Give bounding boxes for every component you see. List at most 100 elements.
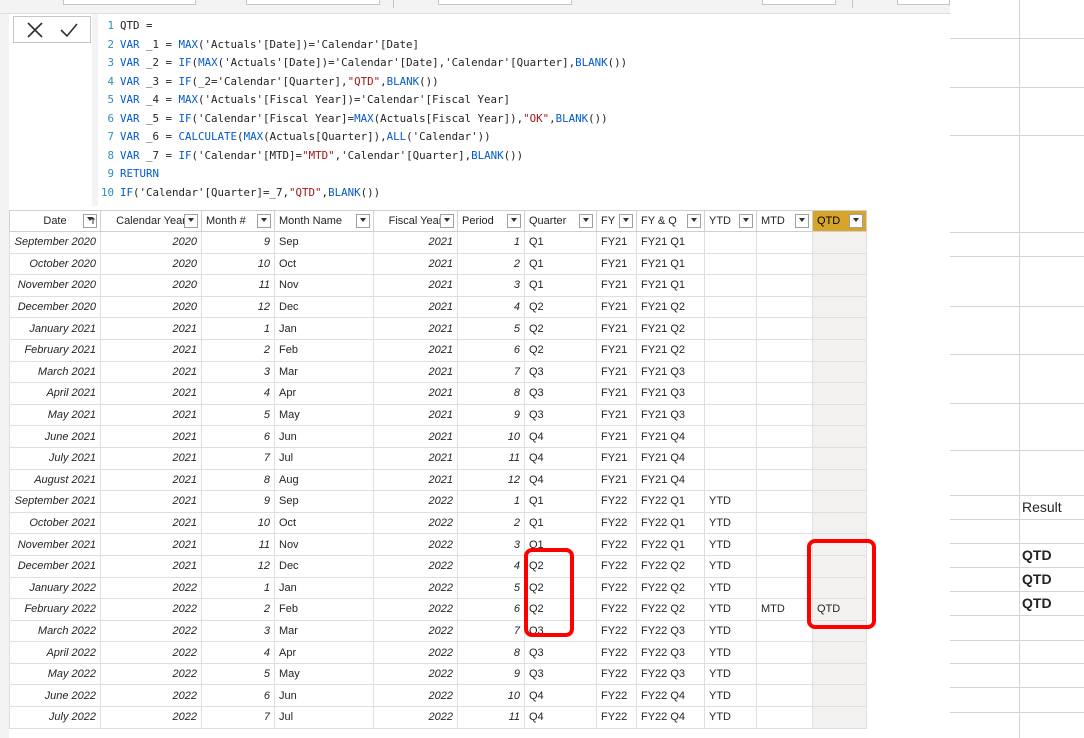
cell-period[interactable]: 8 bbox=[457, 382, 525, 405]
cell-fiscal-year[interactable]: 2022 bbox=[373, 598, 458, 621]
cell-month[interactable]: 9 bbox=[201, 490, 275, 513]
cell-qtd[interactable] bbox=[812, 382, 867, 405]
cell-month-name[interactable]: Jun bbox=[274, 684, 374, 708]
cell-date[interactable]: October 2021 bbox=[9, 511, 101, 535]
cell-mtd[interactable] bbox=[756, 706, 813, 729]
cell-qtd[interactable] bbox=[812, 403, 867, 427]
cell-fy-q[interactable]: FY21 Q1 bbox=[636, 274, 705, 297]
cell-month[interactable]: 5 bbox=[201, 403, 275, 427]
cell-fy[interactable]: FY21 bbox=[596, 403, 637, 427]
cell-calendar-year[interactable]: 2022 bbox=[100, 706, 202, 729]
formula-line[interactable]: 8 VAR _7 = IF('Calendar'[MTD]="MTD",'Cale… bbox=[98, 147, 627, 166]
table-row[interactable]: December 2020 2020 12 Dec 2021 4 Q2 FY21 FY21 Q2 bbox=[9, 295, 867, 319]
cell-qtd[interactable] bbox=[812, 554, 867, 578]
cell-mtd[interactable] bbox=[756, 403, 813, 427]
cell-quarter[interactable]: Q3 bbox=[524, 641, 597, 664]
cell-fy[interactable]: FY22 bbox=[596, 641, 637, 664]
cell-fy-q[interactable]: FY22 Q4 bbox=[636, 706, 705, 729]
cell-date[interactable]: August 2021 bbox=[9, 468, 101, 492]
cell-month-name[interactable]: Mar bbox=[274, 360, 374, 384]
cell-date[interactable]: June 2021 bbox=[9, 425, 101, 448]
cell-qtd[interactable] bbox=[812, 641, 867, 664]
table-row[interactable]: February 2022 2022 2 Feb 2022 6 Q2 FY22 FY22 Q2 Y… bbox=[9, 598, 867, 621]
cell-quarter[interactable]: Q1 bbox=[524, 490, 597, 513]
cell-period[interactable]: 12 bbox=[457, 468, 525, 492]
cell-quarter[interactable]: Q2 bbox=[524, 338, 597, 362]
sort-ascending-icon[interactable] bbox=[83, 214, 97, 228]
cell-month[interactable]: 5 bbox=[201, 662, 275, 686]
cell-fy-q[interactable]: FY21 Q2 bbox=[636, 338, 705, 362]
cell-date[interactable]: March 2022 bbox=[9, 619, 101, 643]
cell-fiscal-year[interactable]: 2021 bbox=[373, 252, 458, 276]
table-row[interactable]: May 2021 2021 5 May 2021 9 Q3 FY21 FY21 Q3 bbox=[9, 403, 867, 427]
cell-month[interactable]: 1 bbox=[201, 317, 275, 340]
table-row[interactable]: September 2020 2020 9 Sep 2021 1 Q1 FY21 FY21 Q1 bbox=[9, 231, 867, 254]
cell-month[interactable]: 7 bbox=[201, 446, 275, 470]
cell-mtd[interactable] bbox=[756, 382, 813, 405]
cell-month-name[interactable]: Dec bbox=[274, 295, 374, 319]
cell-ytd[interactable]: YTD bbox=[704, 706, 757, 729]
column-header-month-name[interactable]: Month Name bbox=[274, 210, 374, 232]
cell-qtd[interactable] bbox=[812, 490, 867, 513]
cell-fiscal-year[interactable]: 2022 bbox=[373, 490, 458, 513]
cell-month-name[interactable]: May bbox=[274, 403, 374, 427]
cell-month[interactable]: 7 bbox=[201, 706, 275, 729]
cell-quarter[interactable]: Q2 bbox=[524, 317, 597, 340]
cell-month-name[interactable]: Nov bbox=[274, 274, 374, 297]
cell-calendar-year[interactable]: 2021 bbox=[100, 554, 202, 578]
table-row[interactable]: December 2021 2021 12 Dec 2022 4 Q2 FY22 FY22 Q2… bbox=[9, 554, 867, 578]
cell-month[interactable]: 2 bbox=[201, 598, 275, 621]
cell-fy-q[interactable]: FY22 Q3 bbox=[636, 619, 705, 643]
table-row[interactable]: March 2021 2021 3 Mar 2021 7 Q3 FY21 FY21 Q3 bbox=[9, 360, 867, 384]
cell-period[interactable]: 10 bbox=[457, 425, 525, 448]
cell-ytd[interactable]: YTD bbox=[704, 554, 757, 578]
result-cell[interactable]: QTD bbox=[1022, 547, 1052, 563]
cell-date[interactable]: January 2021 bbox=[9, 317, 101, 340]
table-row[interactable]: June 2021 2021 6 Jun 2021 10 Q4 FY21 FY21 Q4 bbox=[9, 425, 867, 448]
formula-line[interactable]: 3 VAR _2 = IF(MAX('Actuals'[Date])='Calen… bbox=[98, 54, 627, 73]
result-header-cell[interactable]: Result bbox=[1022, 499, 1062, 515]
cell-month-name[interactable]: Feb bbox=[274, 598, 374, 621]
cell-quarter[interactable]: Q1 bbox=[524, 511, 597, 535]
cell-month-name[interactable]: Jun bbox=[274, 425, 374, 448]
cell-calendar-year[interactable]: 2021 bbox=[100, 317, 202, 340]
toolbar-field[interactable] bbox=[897, 0, 950, 5]
cell-month[interactable]: 10 bbox=[201, 511, 275, 535]
cell-calendar-year[interactable]: 2021 bbox=[100, 533, 202, 556]
cell-calendar-year[interactable]: 2022 bbox=[100, 662, 202, 686]
table-row[interactable]: October 2020 2020 10 Oct 2021 2 Q1 FY21 FY21 Q1 bbox=[9, 252, 867, 276]
formula-line[interactable]: 7 VAR _6 = CALCULATE(MAX(Actuals[Quarter]… bbox=[98, 128, 627, 147]
cell-calendar-year[interactable]: 2021 bbox=[100, 468, 202, 492]
cell-qtd[interactable] bbox=[812, 446, 867, 470]
chevron-down-icon[interactable] bbox=[184, 214, 198, 228]
cell-ytd[interactable] bbox=[704, 403, 757, 427]
cell-mtd[interactable] bbox=[756, 446, 813, 470]
cell-period[interactable]: 9 bbox=[457, 403, 525, 427]
chevron-down-icon[interactable] bbox=[619, 214, 633, 228]
cell-month[interactable]: 8 bbox=[201, 468, 275, 492]
cell-month-name[interactable]: Oct bbox=[274, 511, 374, 535]
cell-fy[interactable]: FY22 bbox=[596, 706, 637, 729]
cell-fy[interactable]: FY22 bbox=[596, 554, 637, 578]
cell-calendar-year[interactable]: 2020 bbox=[100, 274, 202, 297]
cell-fy-q[interactable]: FY22 Q2 bbox=[636, 554, 705, 578]
cell-fiscal-year[interactable]: 2021 bbox=[373, 338, 458, 362]
cell-fy[interactable]: FY22 bbox=[596, 598, 637, 621]
cell-month[interactable]: 3 bbox=[201, 360, 275, 384]
cell-fy[interactable]: FY22 bbox=[596, 684, 637, 708]
cell-period[interactable]: 3 bbox=[457, 274, 525, 297]
cell-mtd[interactable] bbox=[756, 662, 813, 686]
cell-quarter[interactable]: Q4 bbox=[524, 446, 597, 470]
chevron-down-icon[interactable] bbox=[440, 214, 454, 228]
cell-fy-q[interactable]: FY22 Q3 bbox=[636, 662, 705, 686]
cell-fy[interactable]: FY22 bbox=[596, 619, 637, 643]
cell-mtd[interactable] bbox=[756, 317, 813, 340]
cell-quarter[interactable]: Q4 bbox=[524, 468, 597, 492]
cell-period[interactable]: 7 bbox=[457, 360, 525, 384]
cell-month-name[interactable]: Apr bbox=[274, 641, 374, 664]
cell-quarter[interactable]: Q2 bbox=[524, 576, 597, 600]
cell-quarter[interactable]: Q4 bbox=[524, 684, 597, 708]
cell-date[interactable]: November 2020 bbox=[9, 274, 101, 297]
cell-fiscal-year[interactable]: 2022 bbox=[373, 619, 458, 643]
column-header-date[interactable]: Date bbox=[9, 210, 101, 232]
